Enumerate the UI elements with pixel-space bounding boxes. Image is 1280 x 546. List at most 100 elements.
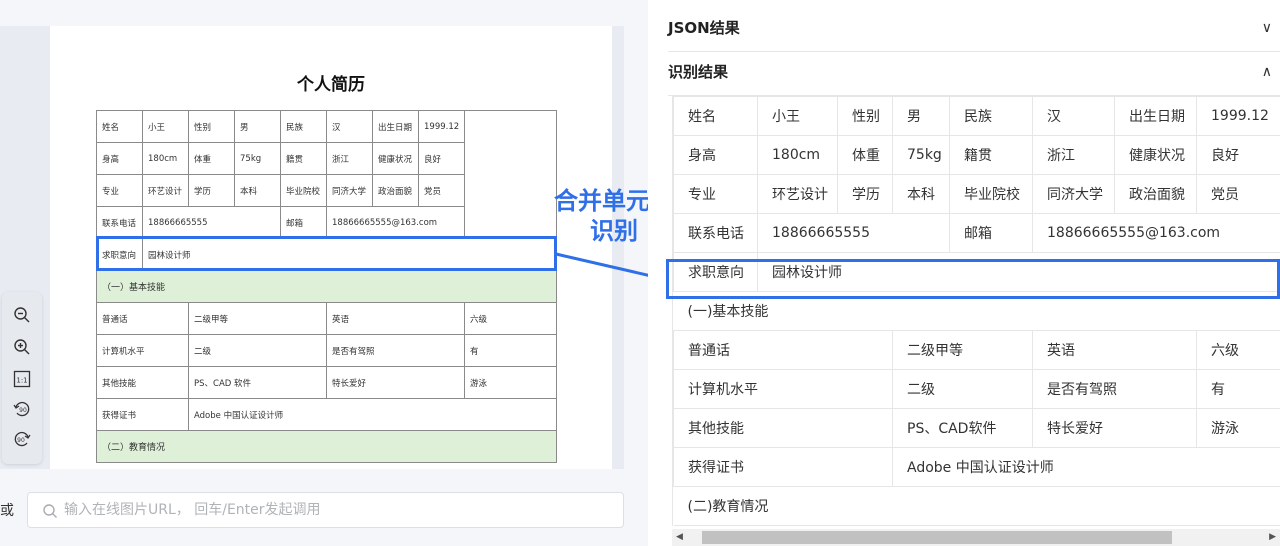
result-cell: 性别: [837, 96, 893, 136]
url-input[interactable]: [64, 493, 604, 527]
mini-cell: 有: [464, 334, 557, 367]
mini-cell: 政治面貌: [372, 174, 419, 207]
result-cell: 小王: [757, 96, 838, 136]
mini-cell: 体重: [188, 142, 235, 175]
result-table-scroll[interactable]: 姓名 小王 性别 男 民族 汉 出生日期 1999.12 身高 180cm 体重…: [672, 96, 1280, 526]
preview-panel: 个人简历 姓名 小王 性别 男 民族 汉 出生日期 1999.12 身高 180…: [0, 0, 648, 546]
zoom-out-icon[interactable]: [12, 306, 32, 326]
result-cell: 毕业院校: [949, 174, 1033, 214]
or-label: 或: [0, 503, 14, 519]
mini-cell: 75kg: [234, 142, 281, 175]
mini-cell: 同济大学: [326, 174, 373, 207]
json-result-title: JSON结果: [668, 19, 740, 37]
result-section-row: (二)教育情况: [673, 486, 1280, 526]
result-cell: 二级甲等: [892, 330, 1033, 370]
mini-cell: 六级: [464, 302, 557, 335]
scroll-left-icon[interactable]: ◀: [676, 532, 683, 542]
result-cell: 姓名: [673, 96, 758, 136]
mini-cell: 学历: [188, 174, 235, 207]
recognize-result-header[interactable]: 识别结果 ∧: [668, 48, 1280, 96]
mini-cell: 其他技能: [96, 366, 189, 399]
result-cell: 二级: [892, 369, 1033, 409]
highlight-merged-cell-source: [96, 236, 557, 271]
mini-cell: 良好: [418, 142, 465, 175]
mini-section-row: （一）基本技能: [96, 270, 557, 303]
result-cell: 联系电话: [673, 213, 758, 253]
url-input-box[interactable]: [27, 492, 624, 528]
reset-zoom-icon[interactable]: 1:1: [12, 370, 32, 390]
zoom-toolbar: 1:1 90 90: [2, 292, 42, 464]
horizontal-scrollbar[interactable]: ◀ ▶: [672, 529, 1280, 546]
result-cell: 健康状况: [1114, 135, 1197, 175]
mini-cell: 英语: [326, 302, 465, 335]
result-cell: 专业: [673, 174, 758, 214]
recognize-result-title: 识别结果: [668, 63, 729, 81]
rotate-right-icon[interactable]: 90: [12, 430, 32, 450]
mini-cell: 党员: [418, 174, 465, 207]
chevron-up-icon[interactable]: ∧: [1262, 48, 1272, 96]
result-cell: 本科: [892, 174, 950, 214]
mini-cell: 性别: [188, 110, 235, 143]
mini-cell: 二级甲等: [188, 302, 327, 335]
result-cell: 同济大学: [1032, 174, 1115, 214]
mini-cell: 男: [234, 110, 281, 143]
mini-cell: 游泳: [464, 366, 557, 399]
search-icon: [43, 504, 57, 518]
mini-cell: 小王: [142, 110, 189, 143]
result-cell: 出生日期: [1114, 96, 1197, 136]
result-cell: 体重: [837, 135, 893, 175]
result-cell: 汉: [1032, 96, 1115, 136]
result-cell: 游泳: [1196, 408, 1280, 448]
highlight-merged-cell-result: [666, 259, 1280, 299]
mini-cell: 18866665555@163.com: [326, 206, 465, 239]
result-cell: 邮箱: [949, 213, 1033, 253]
result-cell: 75kg: [892, 135, 950, 175]
mini-cell: 籍贯: [280, 142, 327, 175]
result-cell: 获得证书: [673, 447, 893, 487]
result-cell: 政治面貌: [1114, 174, 1197, 214]
mini-cell: 普通话: [96, 302, 189, 335]
mini-cell: 本科: [234, 174, 281, 207]
result-cell: 籍贯: [949, 135, 1033, 175]
result-cell: 18866665555: [757, 213, 950, 253]
result-cell: 特长爱好: [1032, 408, 1197, 448]
result-cell: Adobe 中国认证设计师: [892, 447, 1280, 487]
mini-cell: 身高: [96, 142, 143, 175]
mini-cell: 获得证书: [96, 398, 189, 431]
mini-cell: 1999.12: [418, 110, 465, 143]
result-cell: 计算机水平: [673, 369, 893, 409]
json-result-header[interactable]: JSON结果 ∨: [668, 4, 1280, 52]
mini-cell: 二级: [188, 334, 327, 367]
mini-cell: 是否有驾照: [326, 334, 465, 367]
mini-cell: PS、CAD 软件: [188, 366, 327, 399]
result-cell: 其他技能: [673, 408, 893, 448]
mini-cell: 姓名: [96, 110, 143, 143]
scroll-right-icon[interactable]: ▶: [1269, 532, 1276, 542]
mini-cell: 健康状况: [372, 142, 419, 175]
zoom-in-icon[interactable]: [12, 338, 32, 358]
chevron-down-icon[interactable]: ∨: [1262, 4, 1272, 52]
resume-title: 个人简历: [297, 75, 365, 95]
result-cell: 浙江: [1032, 135, 1115, 175]
mini-cell: 毕业院校: [280, 174, 327, 207]
result-cell: 民族: [949, 96, 1033, 136]
result-cell: 男: [892, 96, 950, 136]
result-cell: 党员: [1196, 174, 1280, 214]
mini-cell: 出生日期: [372, 110, 419, 143]
mini-cell: 专业: [96, 174, 143, 207]
result-cell: 普通话: [673, 330, 893, 370]
mini-cell: 民族: [280, 110, 327, 143]
result-cell: 18866665555@163.com: [1032, 213, 1280, 253]
rotate-left-icon[interactable]: 90: [12, 400, 32, 420]
svg-text:90: 90: [19, 407, 27, 414]
result-cell: 英语: [1032, 330, 1197, 370]
resume-table: 姓名 小王 性别 男 民族 汉 出生日期 1999.12 身高 180cm 体重…: [96, 110, 557, 463]
svg-text:90: 90: [17, 437, 25, 444]
mini-cell: 汉: [326, 110, 373, 143]
scrollbar-thumb[interactable]: [702, 531, 1172, 544]
result-cell: 学历: [837, 174, 893, 214]
result-cell: PS、CAD软件: [892, 408, 1033, 448]
mini-cell: 特长爱好: [326, 366, 465, 399]
mini-cell: 环艺设计: [142, 174, 189, 207]
result-cell: 环艺设计: [757, 174, 838, 214]
